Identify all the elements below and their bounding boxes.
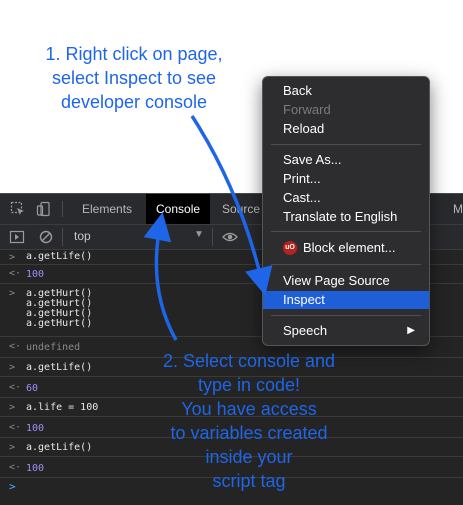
console-code: a.getLife()	[26, 251, 93, 262]
menu-item-label: Speech	[283, 323, 328, 338]
toolbar-divider	[212, 228, 213, 246]
menu-item-forward[interactable]: Forward	[263, 101, 429, 119]
tab-console[interactable]: Console	[146, 194, 211, 224]
menu-item-inspect[interactable]: Inspect	[263, 291, 429, 309]
tab-more[interactable]: M	[453, 194, 463, 224]
menu-item-label: Reload	[283, 121, 325, 136]
ublock-origin-icon: uO	[283, 241, 297, 255]
console-code: a.getHurt()	[26, 318, 93, 329]
menu-separator	[271, 144, 421, 145]
chevron-right-icon: >	[9, 362, 16, 373]
console-result: 60	[26, 383, 39, 394]
tab-divider	[62, 201, 63, 217]
menu-separator	[271, 231, 421, 232]
menu-item-label: Inspect	[283, 292, 325, 307]
return-arrow-icon: <·	[9, 422, 22, 433]
menu-item-reload[interactable]: Reload	[263, 120, 429, 138]
annotation-line: You have access	[181, 399, 317, 419]
menu-separator	[271, 264, 421, 265]
menu-item-label: Block element...	[303, 240, 396, 255]
inspect-element-icon[interactable]	[10, 201, 26, 217]
menu-item-label: View Page Source	[283, 273, 390, 288]
menu-item-label: Cast...	[283, 190, 321, 205]
return-arrow-icon: <·	[9, 341, 22, 352]
menu-item-print[interactable]: Print...	[263, 170, 429, 188]
return-arrow-icon: <·	[9, 382, 22, 393]
menu-item-back[interactable]: Back	[263, 82, 429, 100]
menu-separator	[271, 315, 421, 316]
device-toolbar-icon[interactable]	[36, 201, 52, 217]
chevron-right-icon: ▶	[407, 325, 415, 336]
tab-sources[interactable]: Source	[222, 194, 260, 224]
chevron-right-icon: >	[9, 442, 16, 453]
annotation-line: inside your	[205, 447, 293, 467]
annotation-line: 2. Select console and	[162, 351, 336, 371]
return-arrow-icon: <·	[9, 268, 22, 279]
console-code: a.getLife()	[26, 442, 93, 453]
toolbar-divider	[62, 228, 63, 246]
annotation-line: type in code!	[197, 375, 301, 395]
chevron-right-icon: >	[9, 252, 16, 263]
annotation-line: select Inspect to see	[51, 68, 217, 88]
console-result: 100	[26, 269, 45, 280]
sidebar-toggle-icon[interactable]	[9, 229, 25, 245]
menu-item-save-as[interactable]: Save As...	[263, 151, 429, 169]
clear-console-icon[interactable]	[38, 229, 54, 245]
chevron-right-icon: >	[9, 288, 16, 299]
context-menu: Back Forward Reload Save As... Print... …	[262, 76, 430, 346]
context-selector[interactable]: top	[74, 229, 91, 243]
annotation-line: 1. Right click on page,	[45, 44, 223, 64]
annotation-line: developer console	[60, 92, 208, 112]
console-result: undefined	[26, 342, 81, 353]
console-code: a.life = 100	[26, 402, 99, 413]
tab-elements[interactable]: Elements	[82, 194, 132, 224]
menu-item-label: Print...	[283, 171, 321, 186]
console-result: 100	[26, 463, 45, 474]
menu-item-label: Save As...	[283, 152, 342, 167]
annotation-line: to variables created	[170, 423, 328, 443]
menu-item-label: Translate to English	[283, 209, 398, 224]
menu-item-label: Back	[283, 83, 312, 98]
console-prompt-icon: >	[9, 480, 16, 493]
chevron-down-icon: ▼	[194, 229, 204, 240]
console-result: 100	[26, 423, 45, 434]
annotation-step-2: 2. Select console and type in code! You …	[134, 349, 364, 493]
chevron-right-icon: >	[9, 402, 16, 413]
annotation-step-1: 1. Right click on page, select Inspect t…	[18, 42, 250, 114]
menu-item-cast[interactable]: Cast...	[263, 189, 429, 207]
console-code: a.getLife()	[26, 362, 93, 373]
annotation-line: script tag	[212, 471, 286, 491]
menu-item-translate[interactable]: Translate to English	[263, 208, 429, 226]
return-arrow-icon: <·	[9, 462, 22, 473]
eye-icon[interactable]	[222, 229, 238, 245]
menu-item-label: Forward	[283, 102, 331, 117]
menu-item-speech[interactable]: Speech ▶	[263, 322, 429, 340]
menu-item-block-element[interactable]: uO Block element...	[263, 239, 429, 257]
menu-item-view-source[interactable]: View Page Source	[263, 272, 429, 290]
